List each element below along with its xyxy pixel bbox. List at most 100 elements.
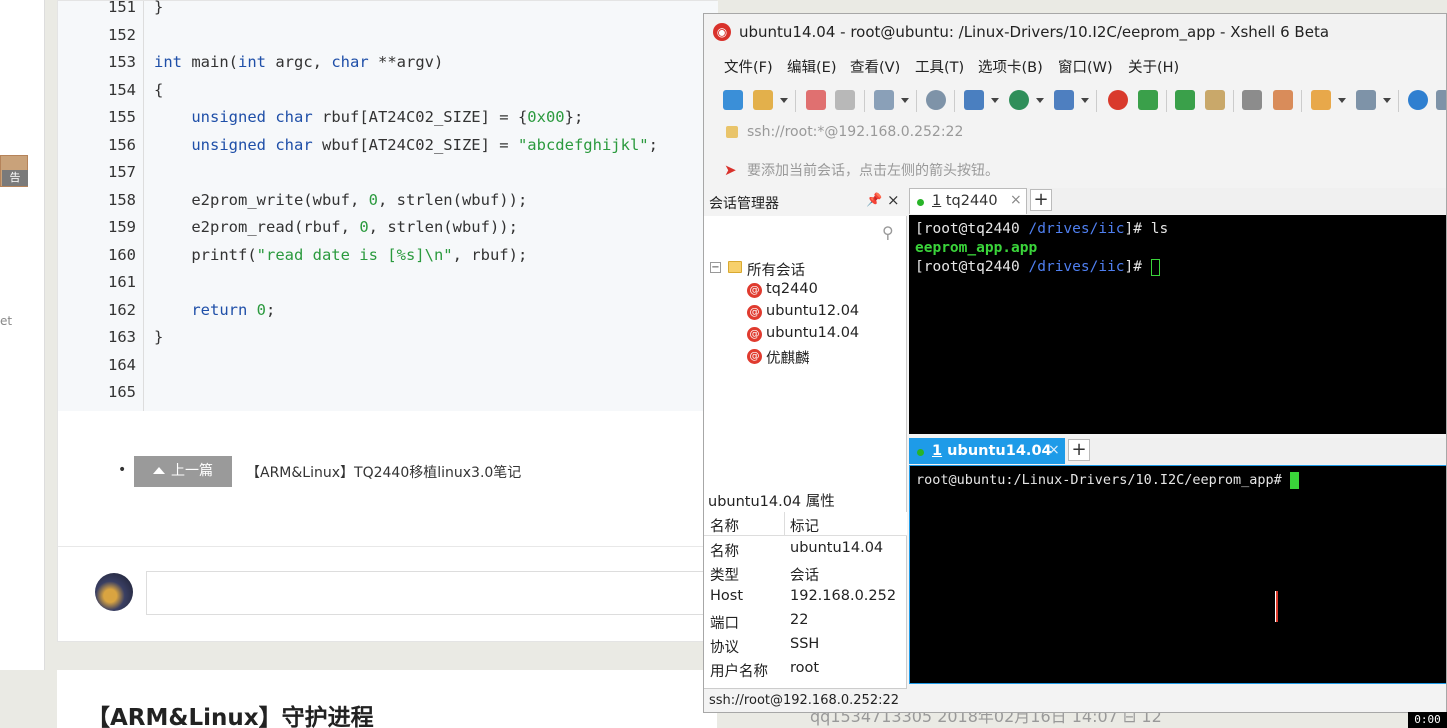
tree-item-session[interactable]: @ 优麒麟 — [704, 346, 907, 368]
tab-ubuntu14-04[interactable]: 1 ubuntu14.04 × — [909, 438, 1065, 464]
tree-item-session[interactable]: @ tq2440 — [704, 280, 907, 302]
menu-file[interactable]: 文件(F) — [724, 56, 773, 77]
menu-tools[interactable]: 工具(T) — [915, 56, 964, 77]
chevron-down-icon[interactable] — [1338, 98, 1346, 103]
blog-article-card: 151} 152 153 int main(int argc, char **argv… — [57, 0, 718, 642]
add-tab-button[interactable]: + — [1068, 439, 1090, 461]
line-number: 162 — [108, 300, 136, 319]
xftp-icon[interactable] — [1138, 90, 1158, 110]
lock-icon[interactable] — [1205, 90, 1225, 110]
reconnect-icon[interactable] — [835, 90, 855, 110]
next-post-title[interactable]: 【ARM&Linux】守护进程 — [87, 698, 374, 728]
address-bar[interactable]: ssh://root:*@192.168.0.252:22 — [704, 120, 1446, 148]
xshell-icon[interactable] — [1108, 90, 1128, 110]
hint-text: 要添加当前会话，点击左侧的箭头按钮。 — [747, 163, 999, 179]
disconnect-icon[interactable] — [806, 90, 826, 110]
highlight-icon[interactable] — [1273, 90, 1293, 110]
chat-icon[interactable] — [1436, 90, 1446, 110]
keyboard-icon[interactable] — [1242, 90, 1262, 110]
session-icon: @ — [747, 327, 762, 342]
font-icon[interactable] — [1054, 90, 1074, 110]
tab-tq2440[interactable]: 1 tq2440 × — [909, 188, 1027, 214]
toolbar-separator — [916, 90, 917, 112]
layout-icon[interactable] — [1356, 90, 1376, 110]
terminal-line: [root@tq2440 /drives/iic]# — [915, 258, 1160, 277]
hint-bar: ➤ 要添加当前会话，点击左侧的箭头按钮。 — [704, 156, 1446, 184]
terminal-line: [root@tq2440 /drives/iic]# ls — [915, 221, 1169, 237]
prop-key: 名称 — [710, 544, 739, 560]
globe-icon[interactable] — [1009, 90, 1029, 110]
open-folder-icon[interactable] — [753, 90, 773, 110]
menu-window[interactable]: 窗口(W) — [1058, 56, 1113, 77]
line-number: 155 — [108, 108, 136, 126]
line-number: 156 — [108, 135, 136, 154]
tree-item-label: ubuntu14.04 — [766, 325, 860, 341]
toolbar-separator — [1301, 90, 1302, 112]
menu-view[interactable]: 查看(V) — [850, 56, 900, 77]
chevron-down-icon[interactable] — [901, 98, 909, 103]
line-number: 160 — [108, 245, 136, 264]
close-icon[interactable]: × — [887, 191, 900, 209]
help-icon[interactable] — [1408, 90, 1428, 110]
chevron-down-icon[interactable] — [780, 98, 788, 103]
prev-post-link[interactable]: 【ARM&Linux】TQ2440移植linux3.0笔记 — [246, 462, 521, 482]
chevron-down-icon[interactable] — [1383, 98, 1391, 103]
pane2-tabbar: 1 ubuntu14.04 × + — [909, 438, 1446, 464]
close-icon[interactable]: × — [1048, 442, 1060, 458]
line-number: 154 — [108, 80, 136, 99]
tree-item-session[interactable]: @ ubuntu14.04 — [704, 324, 907, 346]
window-titlebar[interactable]: ◉ ubuntu14.04 - root@ubuntu: /Linux-Driv… — [704, 14, 1446, 50]
properties-icon[interactable] — [874, 90, 894, 110]
session-status-bar: ssh://root@192.168.0.252:22 — [704, 688, 907, 712]
code-text: return 0; — [191, 300, 276, 319]
new-session-icon[interactable] — [723, 90, 743, 110]
column-header-name[interactable]: 名称 — [710, 515, 739, 536]
terminal-tq2440[interactable]: [root@tq2440 /drives/iic]# ls eeprom_app… — [909, 215, 1446, 434]
search-icon[interactable] — [926, 90, 946, 110]
transfer-icon[interactable] — [964, 90, 984, 110]
toolbar-separator — [1233, 90, 1234, 112]
session-manager-header: 会话管理器 📌 × — [704, 188, 907, 216]
lock-icon — [726, 126, 738, 138]
column-divider[interactable] — [784, 512, 785, 536]
menu-about[interactable]: 关于(H) — [1128, 56, 1179, 77]
prop-key: 端口 — [710, 616, 739, 632]
code-text: { — [154, 80, 164, 99]
collapse-icon[interactable]: − — [710, 262, 721, 273]
tree-item-session[interactable]: @ ubuntu12.04 — [704, 302, 907, 324]
session-icon: @ — [747, 349, 762, 364]
prop-value: 192.168.0.252 — [790, 588, 897, 604]
code-text: } — [154, 0, 164, 16]
add-tab-icon[interactable] — [1311, 90, 1331, 110]
toolbar-separator — [954, 90, 955, 112]
terminal-ubuntu14-04[interactable]: root@ubuntu:/Linux-Drivers/10.I2C/eeprom… — [909, 465, 1446, 684]
line-number: 159 — [108, 218, 136, 236]
mouse-ibeam-cursor — [1275, 591, 1278, 622]
code-block: 151} 152 153 int main(int argc, char **argv… — [58, 0, 718, 411]
add-tab-button[interactable]: + — [1030, 189, 1052, 211]
fullscreen-icon[interactable] — [1175, 90, 1195, 110]
session-icon: @ — [747, 283, 762, 298]
tree-item-all-sessions[interactable]: − 所有会话 — [704, 258, 907, 280]
toolbar-separator — [864, 90, 865, 112]
comment-input[interactable] — [146, 571, 718, 615]
menu-bar: 文件(F) 编辑(E) 查看(V) 工具(T) 选项卡(B) 窗口(W) 关于(… — [704, 54, 1446, 78]
tab-label: 1 tq2440 — [932, 193, 998, 209]
pin-icon[interactable]: 📌 — [866, 193, 882, 208]
toolbar — [704, 84, 1446, 116]
pane1-tabbar: 1 tq2440 × + — [909, 188, 1446, 214]
close-icon[interactable]: × — [1010, 192, 1022, 208]
menu-tabs[interactable]: 选项卡(B) — [978, 56, 1043, 77]
prev-post-button[interactable]: 上一篇 — [134, 456, 232, 487]
toolbar-separator — [1398, 90, 1399, 112]
line-number: 161 — [108, 273, 136, 291]
bookmark-arrow-icon[interactable]: ➤ — [724, 162, 740, 178]
menu-edit[interactable]: 编辑(E) — [787, 56, 836, 77]
search-icon[interactable]: ⚲ — [882, 223, 900, 242]
chevron-down-icon[interactable] — [991, 98, 999, 103]
chevron-down-icon[interactable] — [1081, 98, 1089, 103]
properties-title: ubuntu14.04 属性 — [708, 494, 835, 510]
chevron-down-icon[interactable] — [1036, 98, 1044, 103]
column-header-value[interactable]: 标记 — [790, 515, 819, 536]
code-text: int main(int argc, char **argv) — [154, 53, 444, 71]
